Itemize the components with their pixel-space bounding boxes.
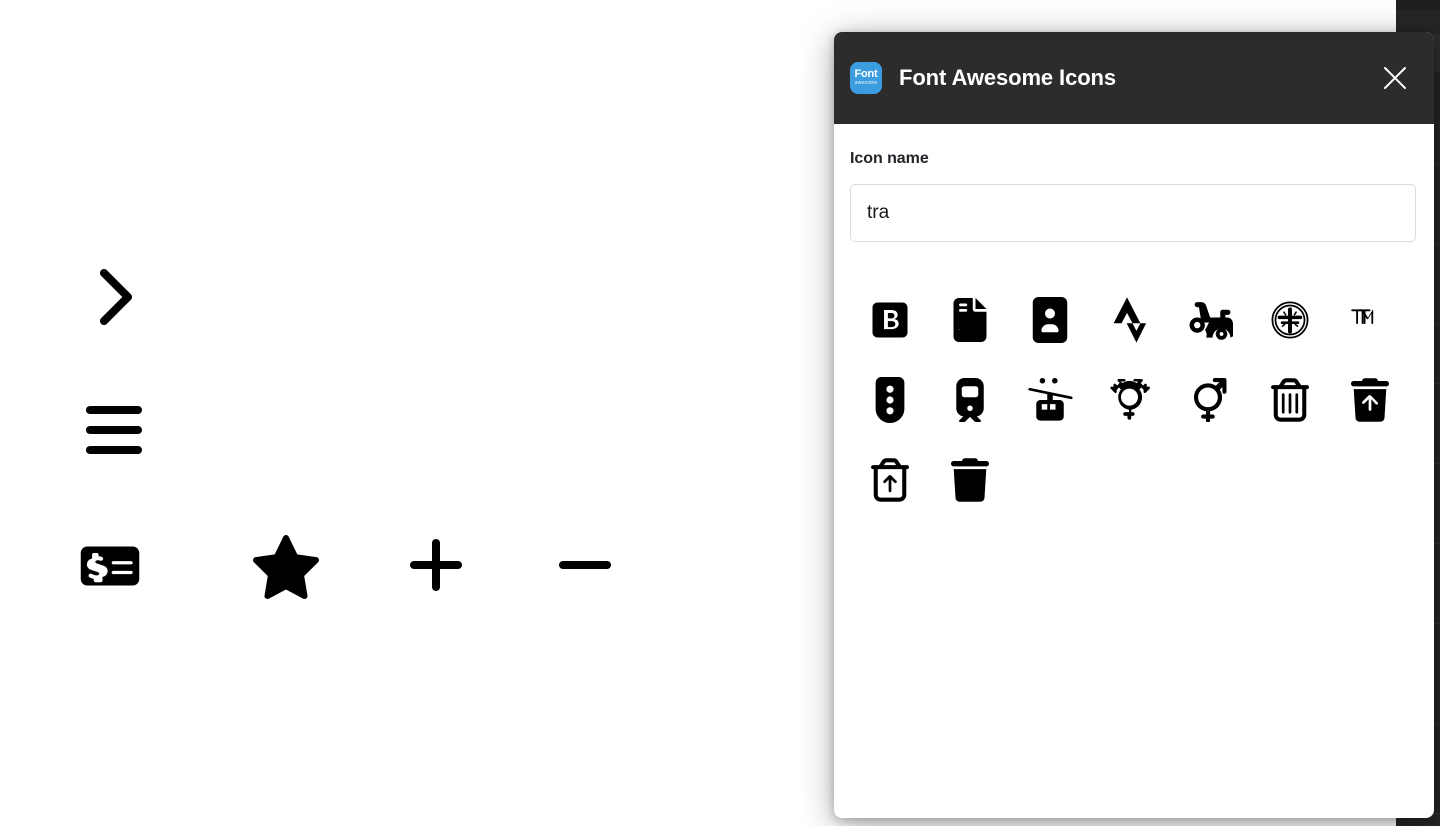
tractor-icon[interactable]: [1170, 280, 1250, 360]
font-awesome-logo-icon: Font awesome: [850, 62, 882, 94]
star-icon[interactable]: [250, 533, 322, 601]
transgender-icon[interactable]: [1090, 360, 1170, 440]
square-b-icon[interactable]: [850, 280, 930, 360]
transgender-alt-icon[interactable]: [1170, 360, 1250, 440]
modal-header: Font awesome Font Awesome Icons: [834, 32, 1434, 124]
trash-can-arrow-up-icon[interactable]: [850, 440, 930, 520]
address-card-icon[interactable]: [1010, 280, 1090, 360]
money-check-dollar-icon[interactable]: [76, 540, 144, 592]
plus-icon[interactable]: [404, 533, 468, 597]
tencent-weibo-icon[interactable]: [1250, 280, 1330, 360]
bars-icon[interactable]: [82, 398, 146, 462]
trash-icon[interactable]: [930, 440, 1010, 520]
trash-can-icon[interactable]: [1250, 360, 1330, 440]
icon-results-grid: [850, 280, 1418, 520]
trash-arrow-up-icon[interactable]: [1330, 360, 1410, 440]
icon-name-label: Icon name: [850, 150, 929, 167]
rail-top-bar: [1396, 0, 1440, 10]
minus-icon[interactable]: [554, 533, 616, 597]
traffic-light-icon[interactable]: [850, 360, 930, 440]
cable-car-icon[interactable]: [1010, 360, 1090, 440]
font-awesome-icons-modal: Font awesome Font Awesome Icons Icon nam…: [834, 32, 1434, 818]
icon-name-input[interactable]: [850, 184, 1416, 242]
modal-title: Font Awesome Icons: [899, 65, 1117, 90]
chevron-right-icon[interactable]: [80, 265, 144, 329]
train-subway-icon[interactable]: [930, 360, 1010, 440]
close-icon[interactable]: [1378, 61, 1412, 95]
trademark-icon[interactable]: [1330, 280, 1410, 360]
strava-icon[interactable]: [1090, 280, 1170, 360]
logo-line-1: Font: [854, 68, 878, 80]
logo-line-2: awesome: [854, 80, 878, 86]
file-contract-icon[interactable]: [930, 280, 1010, 360]
modal-body: Icon name: [834, 124, 1434, 818]
